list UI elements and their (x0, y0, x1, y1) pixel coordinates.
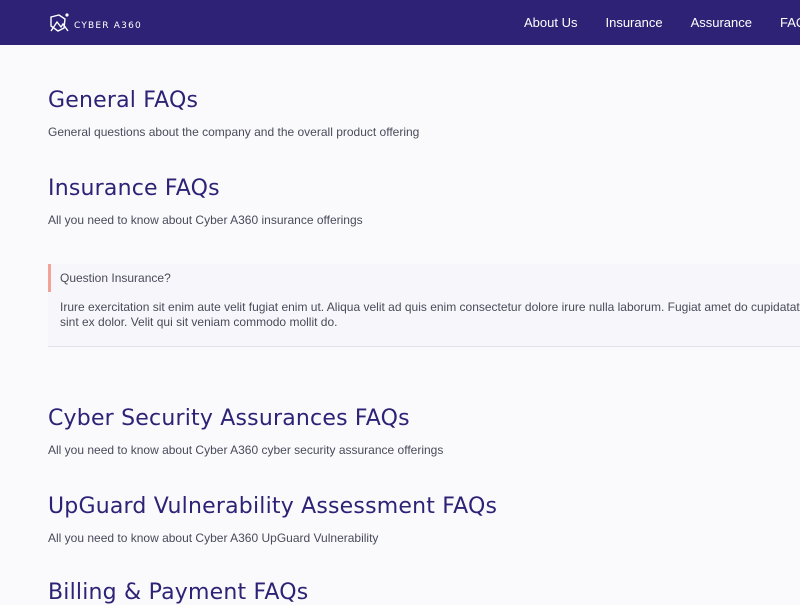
nav-link-about-us[interactable]: About Us (524, 15, 577, 30)
nav-link-assurance[interactable]: Assurance (691, 15, 752, 30)
section-desc-general: General questions about the company and … (48, 125, 420, 139)
faq-question[interactable]: Question Insurance? (48, 264, 171, 292)
section-title-general: General FAQs (48, 88, 199, 113)
top-navbar: CYBER A360 About Us Insurance Assurance … (0, 0, 800, 45)
logo-text: CYBER A360 (74, 20, 142, 31)
logo-mark-icon (50, 13, 69, 32)
section-desc-cyber-security: All you need to know about Cyber A360 cy… (48, 443, 444, 457)
section-title-cyber-security: Cyber Security Assurances FAQs (48, 406, 410, 431)
faq-answer: Irure exercitation sit enim aute velit f… (60, 300, 800, 329)
main-nav: About Us Insurance Assurance FAQ (524, 0, 800, 45)
faq-item-insurance: Question Insurance? Irure exercitation s… (48, 264, 800, 347)
section-title-upguard: UpGuard Vulnerability Assessment FAQs (48, 494, 498, 519)
section-desc-upguard: All you need to know about Cyber A360 Up… (48, 531, 379, 545)
nav-link-faq[interactable]: FAQ (780, 15, 800, 30)
nav-link-insurance[interactable]: Insurance (605, 15, 662, 30)
section-desc-insurance: All you need to know about Cyber A360 in… (48, 213, 363, 227)
section-title-insurance: Insurance FAQs (48, 176, 220, 201)
section-title-billing: Billing & Payment FAQs (48, 580, 309, 605)
logo[interactable]: CYBER A360 (48, 11, 142, 35)
